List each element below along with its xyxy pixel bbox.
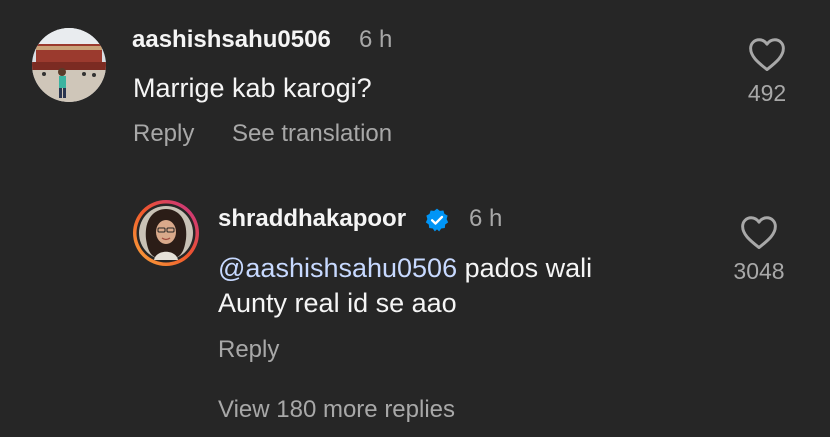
view-more-replies-button[interactable]: View 180 more replies (218, 396, 455, 424)
like-count: 492 (747, 80, 787, 106)
see-translation-button[interactable]: See translation (232, 120, 392, 148)
like-button[interactable] (739, 214, 779, 250)
heart-icon (749, 38, 785, 72)
avatar-photo (32, 28, 106, 102)
reply-text: @aashishsahu0506 pados wali (218, 250, 592, 287)
reply-username[interactable]: shraddhakapoor (218, 205, 406, 233)
reply-text-line2: Aunty real id se aao (218, 288, 457, 318)
reply-text-line1: pados wali (457, 253, 593, 283)
avatar-photo (133, 200, 199, 266)
avatar[interactable] (32, 28, 106, 102)
mention-link[interactable]: @aashishsahu0506 (218, 253, 457, 283)
comments-thread: aashishsahu0506 6 h Marrige kab karogi? … (0, 0, 830, 437)
like-count: 3048 (733, 258, 785, 284)
reply-button[interactable]: Reply (218, 336, 279, 364)
reply-button[interactable]: Reply (133, 120, 194, 148)
heart-icon (741, 216, 777, 250)
reply-time: 6 h (469, 205, 503, 232)
comment-username[interactable]: aashishsahu0506 (132, 26, 331, 54)
avatar[interactable] (132, 199, 200, 267)
comment-text: Marrige kab karogi? (133, 73, 372, 103)
comment-time: 6 h (359, 26, 393, 53)
verified-badge-icon (424, 207, 450, 233)
like-button[interactable] (747, 36, 787, 72)
